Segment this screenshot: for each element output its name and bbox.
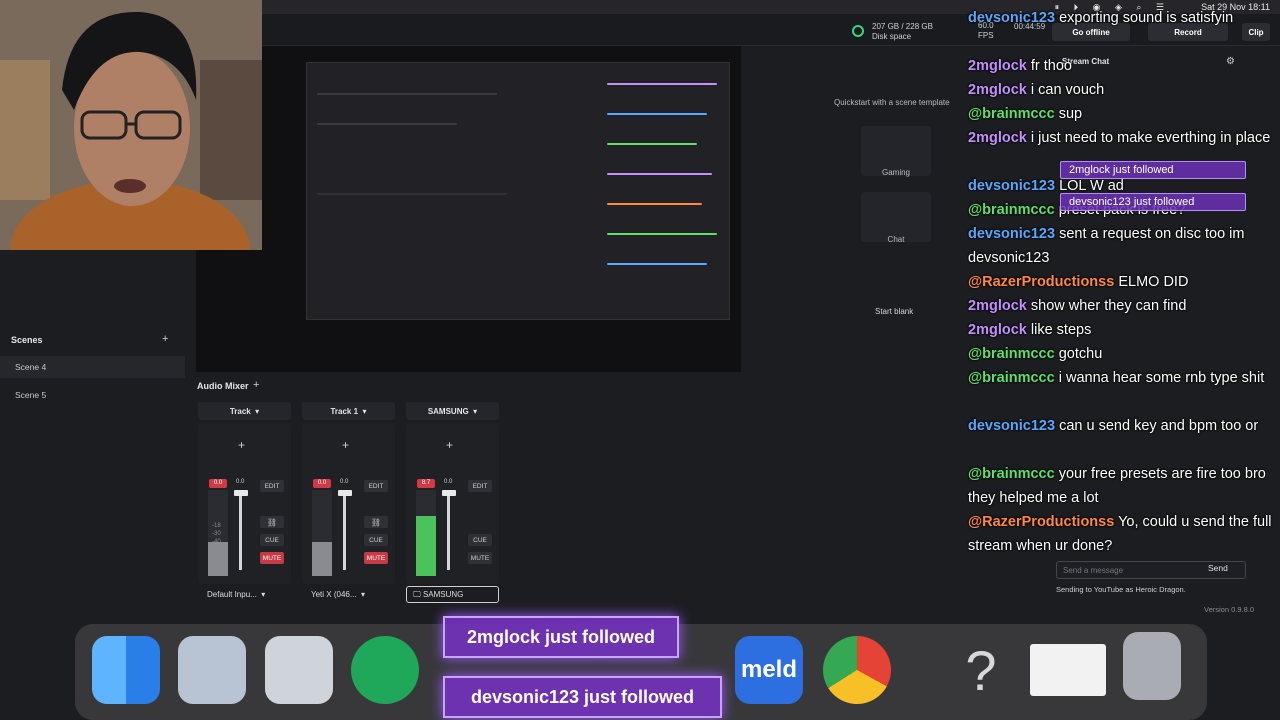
chat-message: 2mglock fr thoo	[968, 58, 1072, 74]
audio-track-3: SAMSUNG ▾ + 8.7 0.0 EDIT CUE MUTE 🖵 SAMS…	[406, 402, 499, 603]
chat-message: @RazerProductionss Yo, could u send the …	[968, 514, 1272, 554]
level-meter	[312, 490, 332, 576]
mute-button[interactable]: MUTE	[364, 552, 388, 564]
start-blank-button[interactable]: Start blank	[875, 307, 913, 316]
preview-nested-screen	[306, 62, 730, 320]
chat-send-button[interactable]: Send	[1208, 563, 1228, 573]
add-audio-track-button[interactable]: +	[253, 379, 259, 391]
device-select[interactable]: 🖵 SAMSUNG	[406, 586, 499, 603]
follow-alert-large: 2mglock just followed	[443, 616, 679, 658]
device-select[interactable]: Default Inpu... ▾	[198, 586, 291, 603]
chat-message: 2mglock like steps	[968, 322, 1092, 338]
add-scene-button[interactable]: +	[162, 333, 168, 345]
edit-button[interactable]: EDIT	[260, 480, 284, 492]
disk-usage-value: 207 GB / 228 GB	[872, 22, 933, 31]
chat-message: @brainmccc your free presets are fire to…	[968, 466, 1266, 506]
chat-message: devsonic123 sent a request on disc too i…	[968, 226, 1245, 266]
track-name-dropdown[interactable]: Track ▾	[198, 402, 291, 420]
app-version: Version 0.9.8.0	[1204, 605, 1255, 614]
webcam-feed	[0, 0, 262, 250]
follow-alert-large: devsonic123 just followed	[443, 676, 722, 718]
audio-mixer-title: Audio Mixer	[197, 381, 249, 391]
scene-item-5[interactable]: Scene 5	[0, 384, 185, 406]
meld-icon[interactable]: meld	[735, 636, 803, 704]
volume-fader-knob[interactable]	[234, 490, 248, 496]
chat-message: devsonic123 can u send key and bpm too o…	[968, 418, 1259, 434]
add-filter-button[interactable]: +	[238, 438, 245, 452]
template-title: Quickstart with a scene template	[834, 98, 950, 107]
track-name-dropdown[interactable]: SAMSUNG ▾	[406, 402, 499, 420]
audio-track-2: Track 1 ▾ + 0.0 0.0 EDIT ⛓ CUE MUTE Yeti…	[302, 402, 395, 602]
chat-message: 2mglock show wher they can find	[968, 298, 1187, 314]
help-icon[interactable]: ?	[947, 636, 1015, 704]
volume-fader-track[interactable]	[343, 490, 346, 570]
quicktime-icon[interactable]	[178, 636, 246, 704]
mute-button[interactable]: MUTE	[260, 552, 284, 564]
follow-alert: 2mglock just followed	[1060, 161, 1246, 179]
volume-fader-track[interactable]	[239, 490, 242, 570]
scenes-panel: Scenes + Scene 4 Scene 5	[0, 330, 185, 610]
chat-message: @brainmccc i wanna hear some rnb type sh…	[968, 370, 1265, 386]
mute-button[interactable]: MUTE	[468, 552, 492, 564]
follow-alert: devsonic123 just followed	[1060, 193, 1246, 211]
chat-message: @RazerProductionss ELMO DID	[968, 274, 1189, 290]
chat-message: @brainmccc sup	[968, 106, 1083, 122]
level-meter	[416, 490, 436, 576]
chat-message: 2mglock i can vouch	[968, 82, 1105, 98]
disk-usage-label: Disk space	[872, 32, 912, 41]
add-filter-button[interactable]: +	[342, 438, 349, 452]
gain-value: 0.0	[340, 479, 349, 485]
trash-icon[interactable]	[1123, 632, 1181, 700]
link-icon[interactable]: ⛓	[260, 516, 284, 528]
gain-value: 0.0	[236, 479, 245, 485]
volume-fader-knob[interactable]	[338, 490, 352, 496]
app-icon[interactable]	[351, 636, 419, 704]
level-badge: 0.0	[313, 479, 331, 488]
scenes-title: Scenes	[11, 335, 43, 345]
level-badge: 0.0	[209, 479, 227, 488]
disk-usage-icon	[852, 25, 864, 37]
scene-template-panel: Quickstart with a scene template Gaming …	[808, 46, 983, 372]
launchpad-icon[interactable]	[265, 636, 333, 704]
chat-sending-as: Sending to YouTube as Heroic Dragon.	[1056, 585, 1186, 594]
audio-track-1: Track ▾ + 0.0 0.0 EDIT ⛓ CUE MUTE Defaul…	[198, 402, 291, 602]
template-label-chat: Chat	[887, 235, 905, 244]
volume-fader-knob[interactable]	[442, 490, 456, 496]
chrome-icon[interactable]	[823, 636, 891, 704]
chat-message: 2mglock i just need to make everthing in…	[968, 130, 1271, 146]
finder-icon[interactable]	[92, 636, 160, 704]
gain-value: 0.0	[444, 479, 453, 485]
cue-button[interactable]: CUE	[468, 534, 492, 546]
level-meter-fill	[312, 541, 332, 576]
volume-fader-track[interactable]	[447, 490, 450, 570]
chat-message: devsonic123 exporting sound is satisfyin	[968, 10, 1234, 26]
cue-button[interactable]: CUE	[364, 534, 388, 546]
webcam-image	[0, 0, 262, 250]
cue-button[interactable]: CUE	[260, 534, 284, 546]
chat-message: @brainmccc gotchu	[968, 346, 1103, 362]
link-icon[interactable]: ⛓	[364, 516, 388, 528]
level-meter-fill	[416, 515, 436, 576]
level-badge: 8.7	[417, 479, 435, 488]
add-filter-button[interactable]: +	[446, 438, 453, 452]
meter-scale: -18 -30 -40 -50 -54	[212, 523, 221, 561]
edit-button[interactable]: EDIT	[364, 480, 388, 492]
device-select[interactable]: Yeti X (046... ▾	[302, 586, 395, 603]
track-name-dropdown[interactable]: Track 1 ▾	[302, 402, 395, 420]
edit-button[interactable]: EDIT	[468, 480, 492, 492]
template-label-gaming: Gaming	[881, 168, 910, 177]
preview-icon[interactable]	[1030, 644, 1106, 696]
stream-chat-overlay: Stream Chat ⚙ devsonic123 exporting soun…	[960, 0, 1280, 560]
scene-item-4[interactable]: Scene 4	[0, 356, 185, 378]
